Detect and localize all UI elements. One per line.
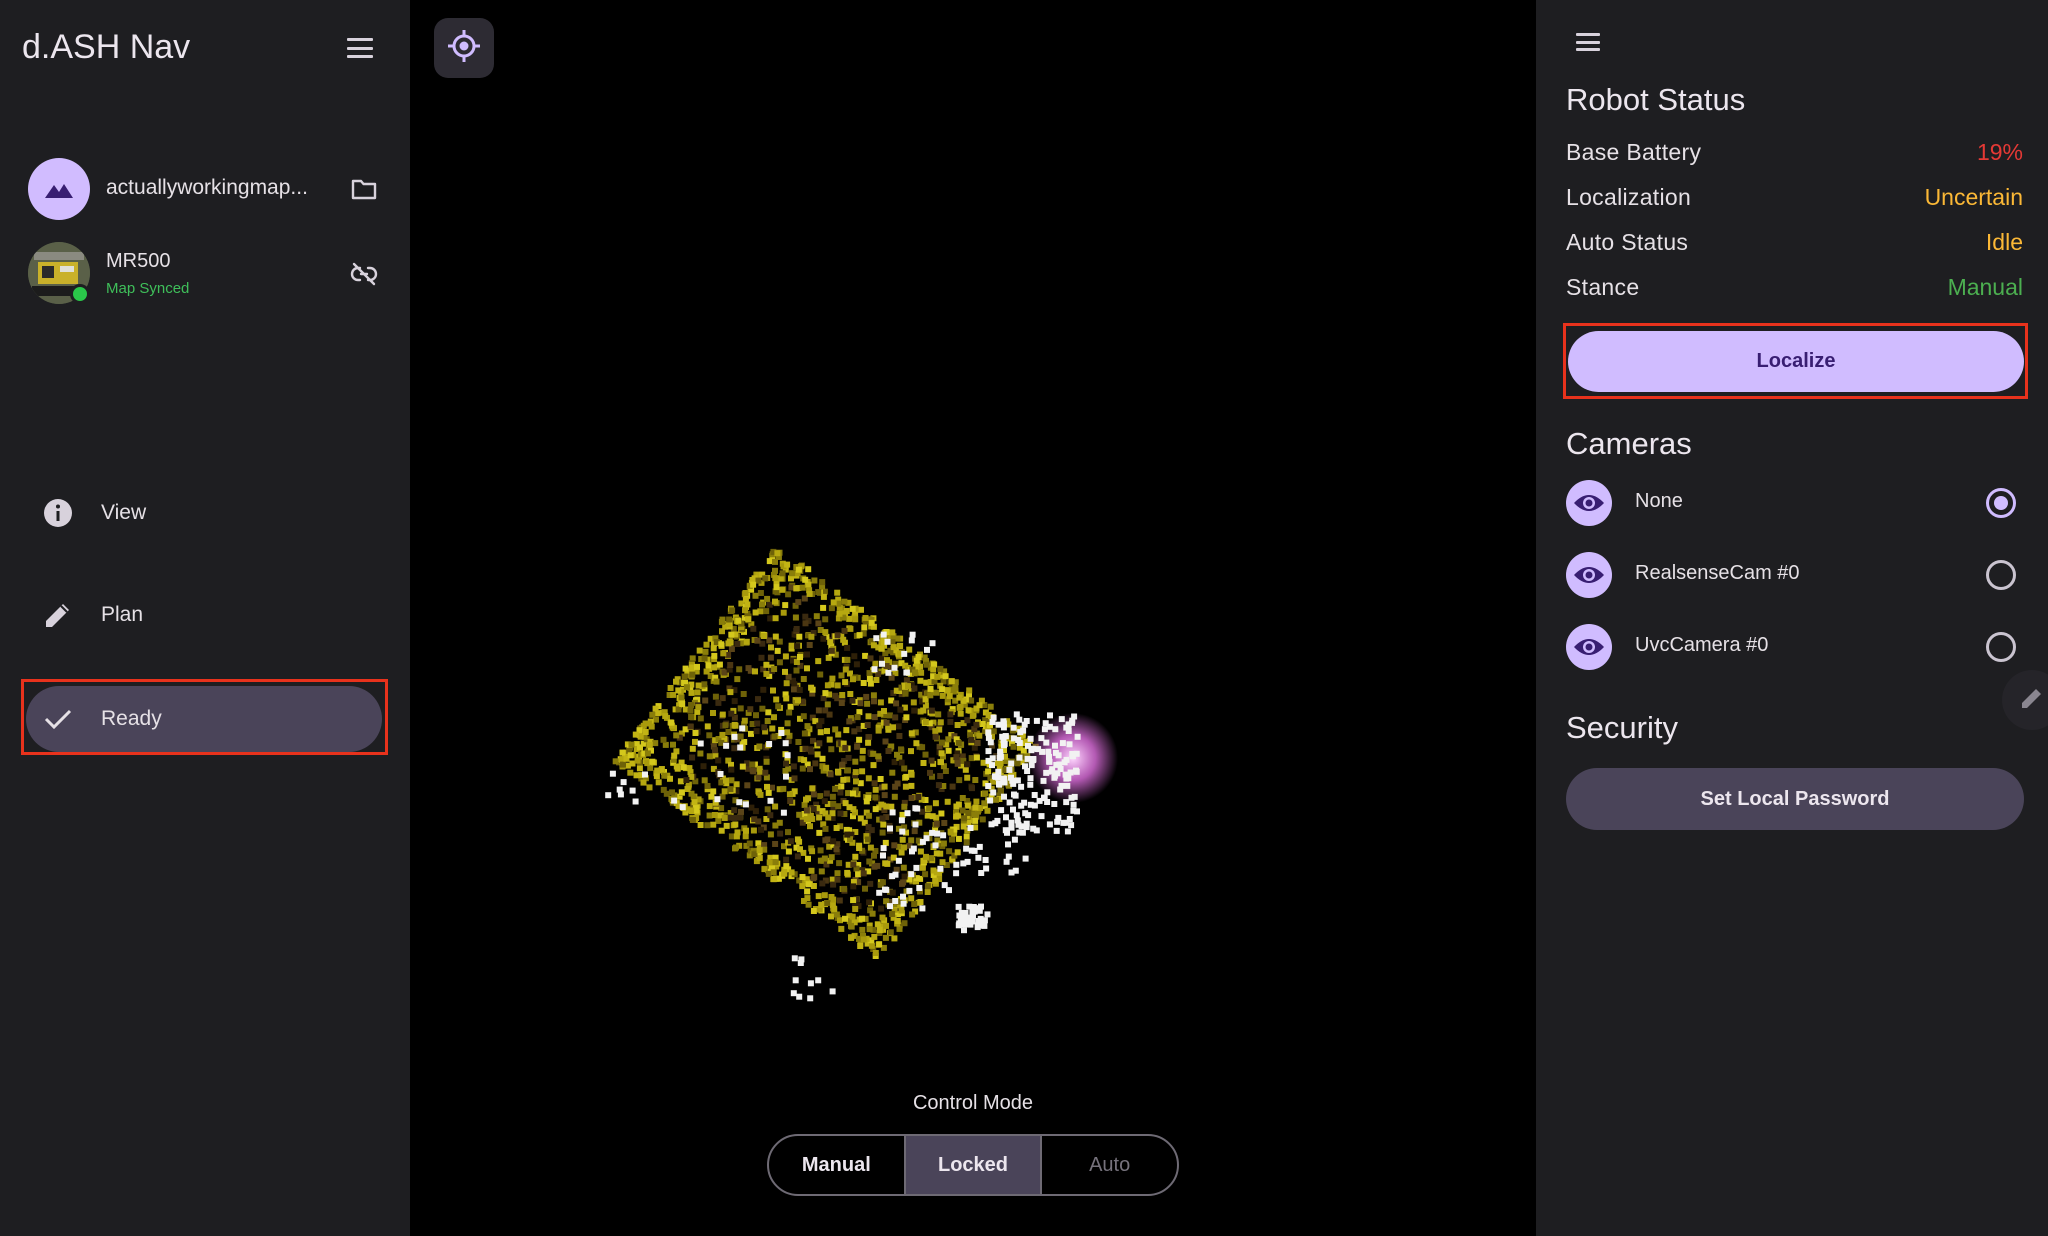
nav-item-ready[interactable]: Ready [26,686,382,752]
gps-fixed-icon [446,28,482,69]
set-local-password-button[interactable]: Set Local Password [1566,768,2024,830]
eye-icon [1566,552,1612,598]
status-key: Stance [1566,273,1640,300]
map-name: actuallyworkingmap... [106,176,308,199]
app-title: d.ASH Nav [22,28,191,66]
eye-icon [1566,480,1612,526]
localize-button[interactable]: Localize [1568,331,2024,392]
check-icon [42,703,74,735]
map-3d-viewport[interactable] [410,0,1536,1236]
camera-label: UvcCamera #0 [1635,634,1769,656]
nav-item-plan[interactable]: Plan [26,582,382,648]
status-value: 19% [1976,138,2023,165]
info-icon [42,497,74,529]
nav-item-label: View [101,501,147,524]
camera-option-uvc[interactable]: UvcCamera #0 [1566,622,2026,672]
menu-icon [1576,33,1600,51]
nav-item-label: Ready [101,707,162,730]
menu-icon [347,38,373,58]
mode-manual-button[interactable]: Manual [769,1136,906,1194]
link-off-icon[interactable] [344,254,384,294]
status-row-stance: Stance Manual [1566,270,2023,304]
nav-item-view[interactable]: View [26,480,382,546]
robot-name: MR500 [106,250,171,272]
left-sidebar: d.ASH Nav actuallyworkingmap... MR500 Ma… [0,0,410,1236]
map-selector[interactable]: actuallyworkingmap... [28,158,384,220]
camera-radio[interactable] [1986,632,2016,662]
point-cloud-map [605,548,1118,1002]
robot-connection[interactable]: MR500 Map Synced [28,242,384,306]
eye-icon [1566,624,1612,670]
right-menu-button[interactable] [1564,18,1612,66]
folder-icon[interactable] [344,169,384,209]
camera-option-none[interactable]: None [1566,478,2026,528]
status-value: Manual [1947,273,2023,300]
status-row-localization: Localization Uncertain [1566,180,2023,214]
status-key: Base Battery [1566,138,1702,165]
robot-status-title: Robot Status [1566,82,1746,117]
recenter-button[interactable] [434,18,494,78]
left-menu-button[interactable] [336,24,384,72]
status-value: Uncertain [1924,183,2023,210]
status-key: Localization [1566,183,1692,210]
control-mode-label: Control Mode [912,1092,1034,1114]
online-indicator [70,284,90,304]
security-title: Security [1566,710,1678,745]
pencil-icon [42,599,74,631]
status-value: Idle [1985,228,2023,255]
camera-radio[interactable] [1986,560,2016,590]
robot-sync-status: Map Synced [106,280,190,297]
camera-option-realsense[interactable]: RealsenseCam #0 [1566,550,2026,600]
cameras-title: Cameras [1566,426,1692,461]
camera-label: None [1635,490,1683,512]
status-row-auto-status: Auto Status Idle [1566,225,2023,259]
mode-auto-button: Auto [1089,1153,1131,1176]
status-row-battery: Base Battery 19% [1566,135,2023,169]
nav-item-label: Plan [101,603,144,626]
camera-label: RealsenseCam #0 [1635,562,1800,584]
status-key: Auto Status [1566,228,1689,255]
pencil-icon [2019,685,2045,716]
terrain-icon [28,158,90,220]
mode-locked-button[interactable]: Locked [905,1136,1043,1194]
control-mode-toggle: Manual Locked Auto [767,1134,1179,1196]
camera-radio[interactable] [1986,488,2016,518]
